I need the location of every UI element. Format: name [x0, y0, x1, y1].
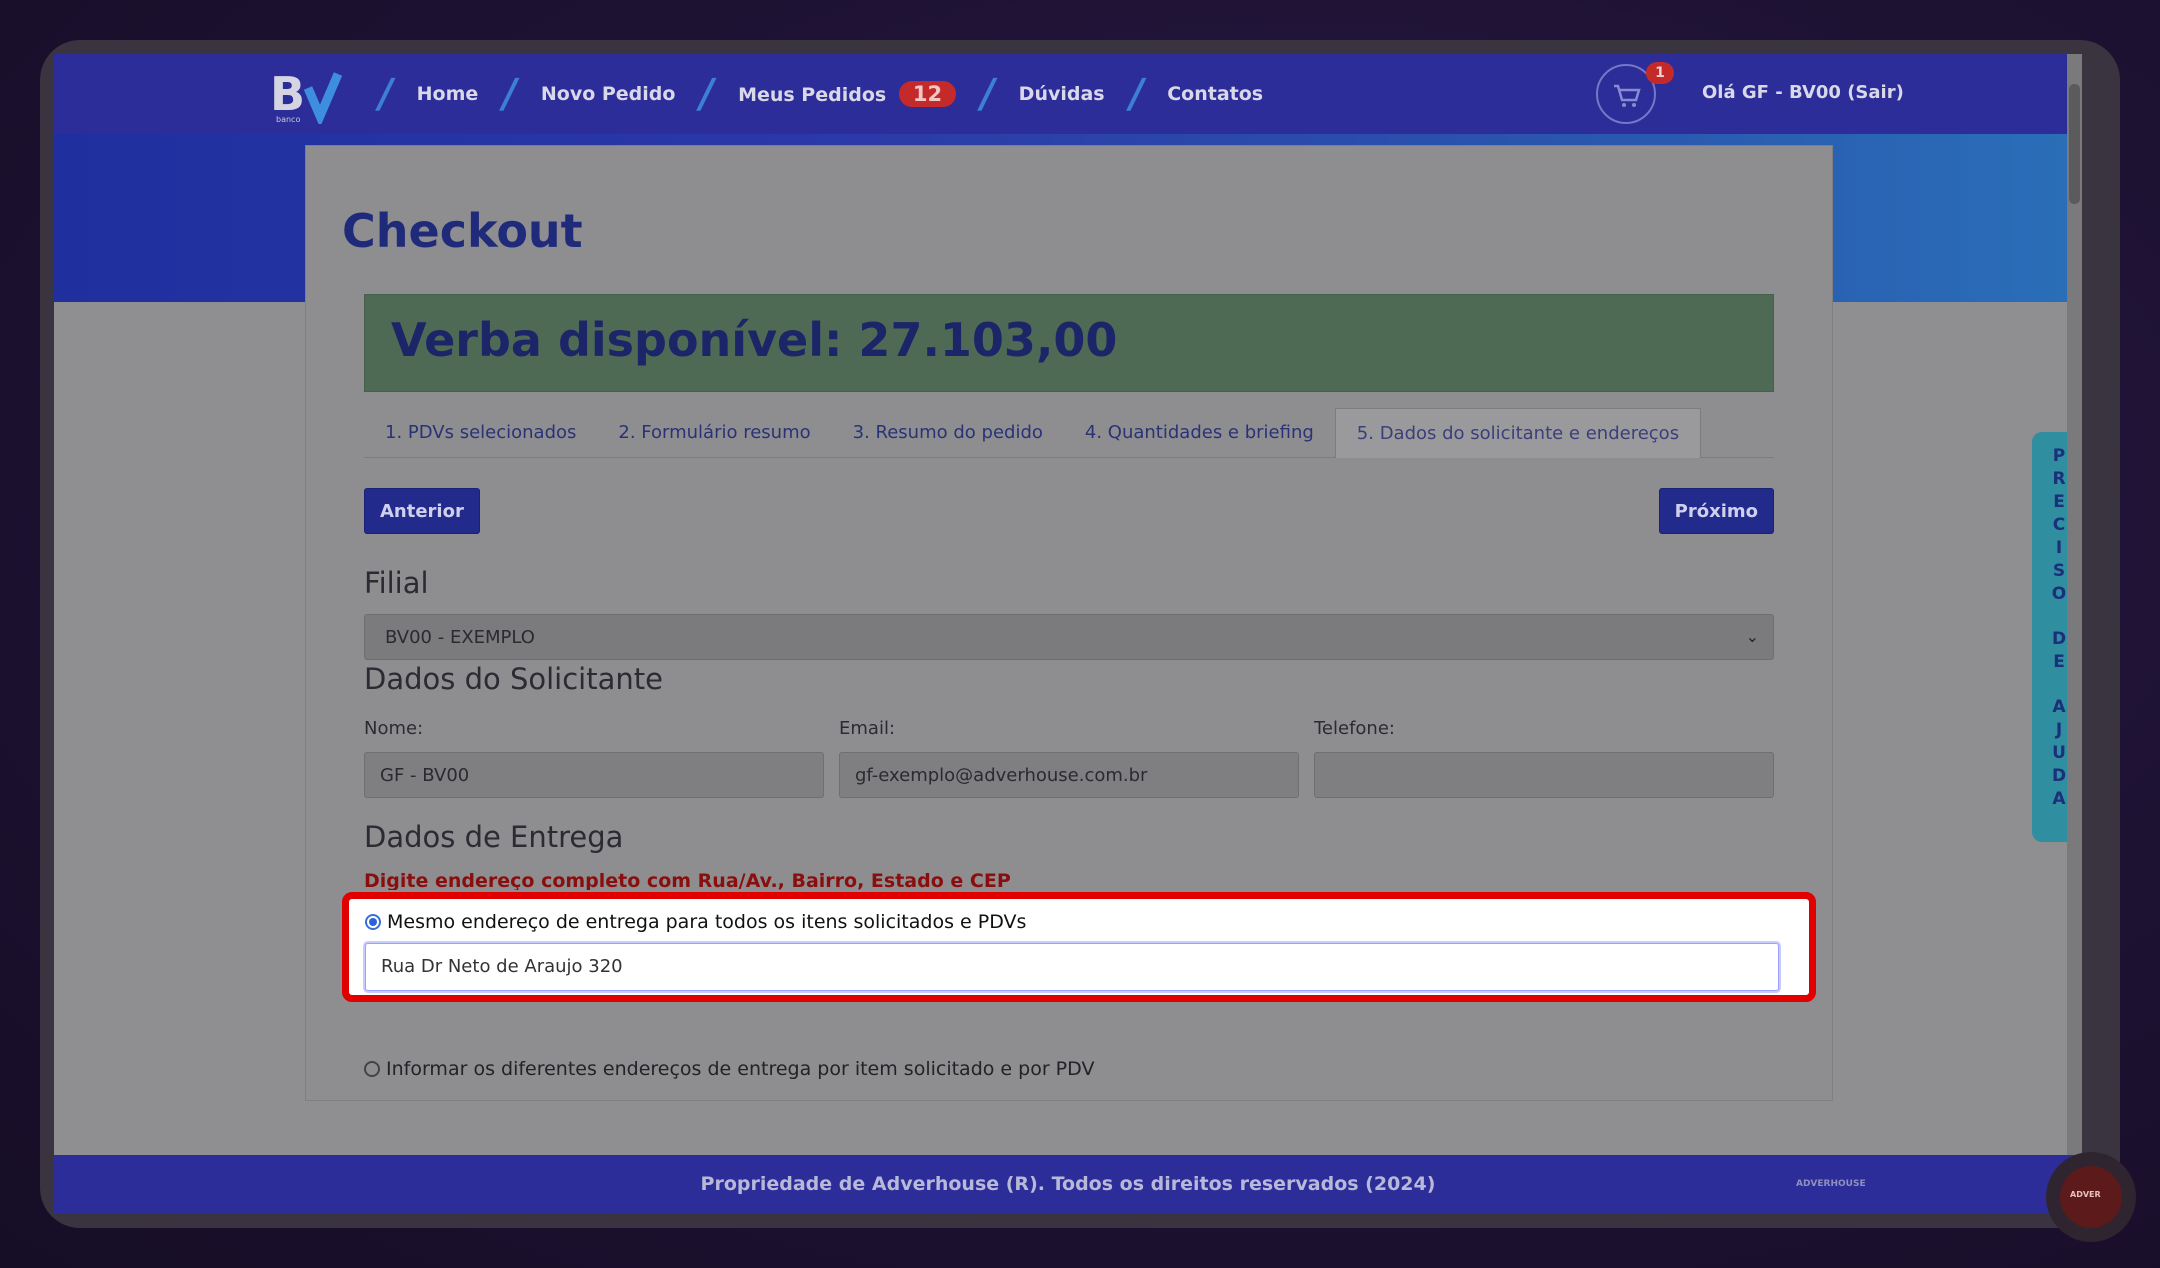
adverhouse-footer-logo: ADVERHOUSE [1796, 1179, 1866, 1189]
nav-home-link[interactable]: Home [417, 83, 479, 105]
chat-widget-label: ADVER [2070, 1190, 2101, 1199]
nav-contatos-link[interactable]: Contatos [1167, 83, 1263, 105]
nav-duvidas-link[interactable]: Dúvidas [1019, 83, 1105, 105]
tab-quantidades-briefing[interactable]: 4. Quantidades e briefing [1064, 408, 1335, 458]
help-tab-letter: J [2055, 720, 2063, 740]
same-address-option[interactable]: Mesmo endereço de entrega para todos os … [365, 911, 1026, 933]
vertical-scrollbar[interactable] [2067, 54, 2082, 1155]
nav-menu: / Home / Novo Pedido / Meus Pedidos 12 /… [354, 54, 1263, 134]
svg-text:B: B [270, 67, 305, 121]
email-field[interactable]: gf-exemplo@adverhouse.com.br [839, 752, 1299, 798]
different-address-option[interactable]: Informar os diferentes endereços de entr… [364, 1058, 1094, 1080]
filial-heading: Filial [364, 566, 429, 600]
solicitante-heading: Dados do Solicitante [364, 662, 663, 696]
tab-resumo-pedido[interactable]: 3. Resumo do pedido [832, 408, 1064, 458]
checkout-steps-tabs: 1. PDVs selecionados 2. Formulário resum… [364, 408, 1774, 458]
same-address-highlight-box: Mesmo endereço de entrega para todos os … [342, 892, 1816, 1002]
cart-count-badge: 1 [1646, 62, 1674, 84]
same-address-label: Mesmo endereço de entrega para todos os … [387, 911, 1027, 933]
telefone-field[interactable] [1314, 752, 1774, 798]
tab-pdvs-selecionados[interactable]: 1. PDVs selecionados [364, 408, 597, 458]
help-tab-letter: A [2052, 697, 2066, 717]
nome-label: Nome: [364, 718, 424, 739]
email-label: Email: [839, 718, 896, 739]
nav-meus-pedidos-label: Meus Pedidos [738, 84, 887, 106]
help-tab-letter: P [2052, 446, 2066, 466]
footer: Propriedade de Adverhouse (R). Todos os … [54, 1155, 2082, 1214]
scrollbar-thumb[interactable] [2069, 84, 2080, 204]
nav-meus-pedidos-link[interactable]: Meus Pedidos 12 [738, 81, 957, 107]
nav-separator: / [695, 71, 719, 117]
help-tab-letter: A [2052, 789, 2066, 809]
chat-avatar-icon: ADVER [2060, 1166, 2122, 1228]
help-tab-letter: E [2053, 652, 2065, 672]
filial-selected-value: BV00 - EXEMPLO [385, 627, 535, 648]
top-navbar: B banco / Home / Novo Pedido / Meus Pedi… [54, 54, 2082, 134]
nav-novo-pedido-link[interactable]: Novo Pedido [541, 83, 676, 105]
help-tab-letter: C [2052, 515, 2066, 535]
nav-separator: / [373, 71, 397, 117]
nome-field[interactable]: GF - BV00 [364, 752, 824, 798]
bv-logo-icon[interactable]: B banco [268, 66, 344, 124]
user-greeting-logout[interactable]: Olá GF - BV00 (Sair) [1702, 82, 1904, 103]
tab-formulario-resumo[interactable]: 2. Formulário resumo [597, 408, 831, 458]
help-tab-letter: E [2053, 492, 2065, 512]
nav-separator: / [976, 71, 999, 117]
nav-separator: / [1124, 71, 1148, 117]
telefone-label: Telefone: [1314, 718, 1395, 739]
nav-separator: / [498, 71, 521, 117]
help-tab-letter: O [2051, 584, 2067, 604]
help-tab-letter: D [2051, 629, 2067, 649]
available-budget-text: Verba disponível: 27.103,00 [391, 313, 1118, 367]
logo-caption: banco [276, 115, 300, 124]
page-title: Checkout [342, 204, 583, 258]
entrega-heading: Dados de Entrega [364, 820, 624, 854]
help-tab-letter: U [2052, 743, 2066, 763]
different-address-radio[interactable] [364, 1061, 380, 1077]
chat-widget-button[interactable]: ADVER [2046, 1152, 2136, 1242]
filial-select[interactable]: BV00 - EXEMPLO ⌄ [364, 614, 1774, 660]
next-button[interactable]: Próximo [1658, 488, 1774, 534]
tab-dados-solicitante[interactable]: 5. Dados do solicitante e endereços [1334, 408, 1702, 458]
help-tab-letter: R [2052, 469, 2066, 489]
delivery-address-input[interactable]: Rua Dr Neto de Araujo 320 [365, 943, 1779, 991]
chevron-down-icon: ⌄ [1745, 627, 1759, 646]
help-tab-letter: S [2052, 561, 2066, 581]
help-tab-letter: I [2055, 538, 2063, 558]
footer-copyright: Propriedade de Adverhouse (R). Todos os … [700, 1173, 1436, 1195]
previous-button[interactable]: Anterior [364, 488, 480, 534]
browser-viewport: B banco / Home / Novo Pedido / Meus Pedi… [54, 54, 2082, 1214]
address-warning: Digite endereço completo com Rua/Av., Ba… [364, 870, 1011, 890]
help-tab-letter: D [2051, 766, 2067, 786]
same-address-radio[interactable] [365, 914, 381, 930]
available-budget-banner: Verba disponível: 27.103,00 [364, 294, 1774, 392]
different-address-label: Informar os diferentes endereços de entr… [386, 1058, 1095, 1080]
orders-count-badge: 12 [898, 81, 957, 107]
